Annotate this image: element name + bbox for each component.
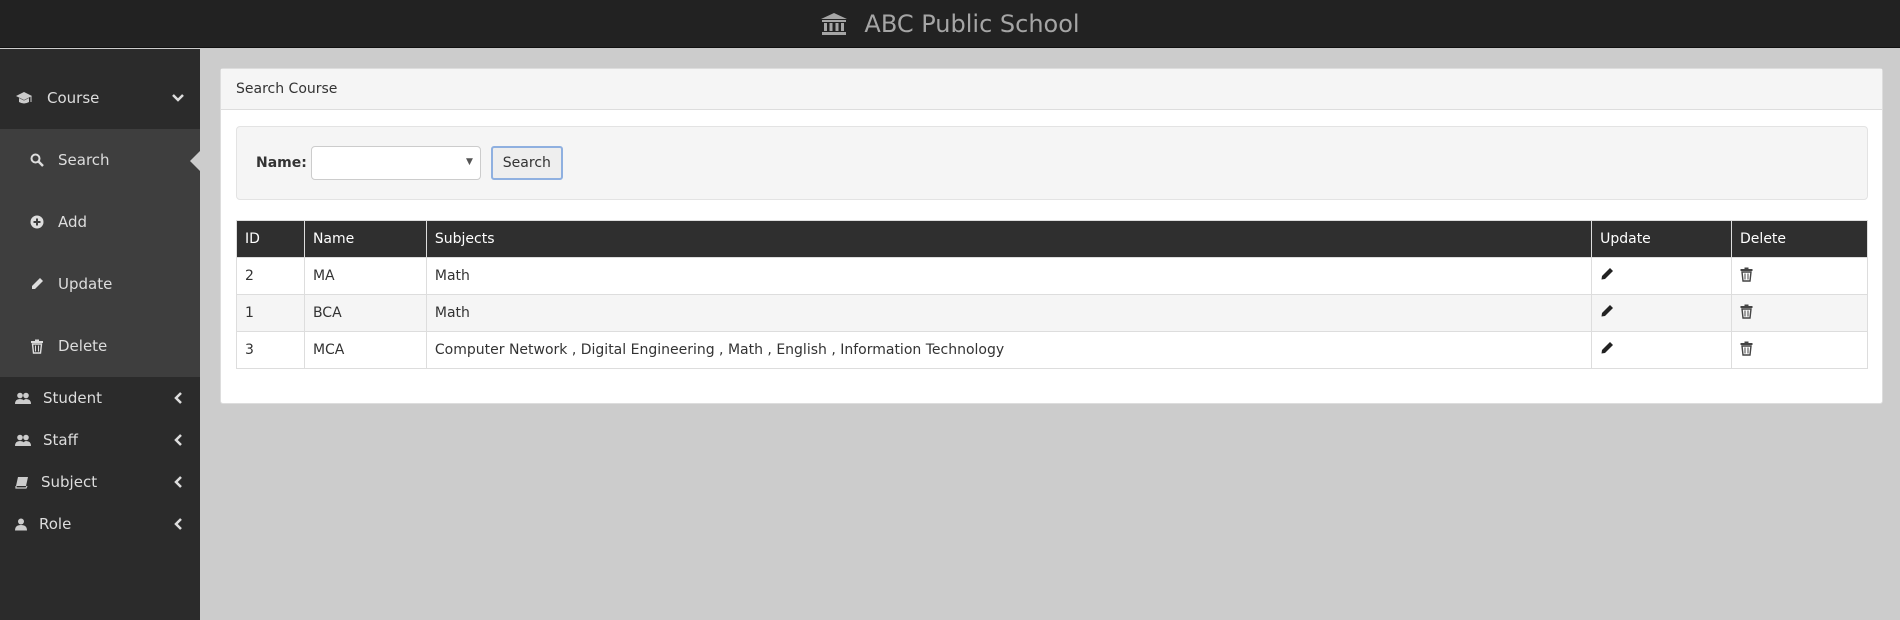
- column-header-subjects[interactable]: Subjects: [425, 220, 1593, 258]
- update-cell[interactable]: [1591, 257, 1733, 295]
- trash-icon: [31, 339, 43, 354]
- delete-cell[interactable]: [1731, 331, 1868, 369]
- chevron-left-icon: [156, 475, 200, 489]
- sidebar-subitem-label: Delete: [58, 337, 108, 355]
- cell-id: 3: [236, 331, 305, 369]
- chevron-down-icon: [156, 93, 200, 103]
- sidebar-subitem-add[interactable]: Add: [0, 191, 200, 253]
- search-course-panel: Search Course Name: ▼ Search ID Name Sub…: [220, 68, 1883, 404]
- delete-cell[interactable]: [1731, 294, 1868, 332]
- trash-icon[interactable]: [1740, 304, 1753, 319]
- cell-id: 1: [236, 294, 305, 332]
- sidebar-item-subject[interactable]: Subject: [0, 461, 200, 503]
- cell-name: BCA: [303, 294, 427, 332]
- column-header-delete[interactable]: Delete: [1731, 220, 1868, 258]
- bank-icon: [821, 13, 848, 35]
- chevron-left-icon: [156, 517, 200, 531]
- sidebar-subitem-label: Search: [58, 151, 110, 169]
- top-header: ABC Public School: [0, 0, 1900, 48]
- sidebar-item-student[interactable]: Student: [0, 377, 200, 419]
- sidebar-item-label: Course: [47, 89, 100, 107]
- sidebar-subitem-delete[interactable]: Delete: [0, 315, 200, 377]
- update-cell[interactable]: [1591, 331, 1733, 369]
- search-form: Name: ▼ Search: [236, 126, 1868, 200]
- trash-icon[interactable]: [1740, 341, 1753, 356]
- chevron-left-icon: [156, 391, 200, 405]
- users-icon: [15, 392, 31, 404]
- panel-heading: Search Course: [221, 69, 1882, 110]
- sidebar-item-role[interactable]: Role: [0, 503, 200, 545]
- sidebar-item-label: Student: [43, 389, 103, 407]
- table-row: 2 MA Math: [236, 257, 1868, 295]
- delete-cell[interactable]: [1731, 257, 1868, 295]
- table-header-row: ID Name Subjects Update Delete: [236, 220, 1868, 258]
- sidebar-item-label: Subject: [41, 473, 98, 491]
- sidebar-item-label: Role: [39, 515, 72, 533]
- graduation-cap-icon: [16, 92, 32, 104]
- book-icon: [15, 476, 28, 489]
- sidebar-subitem-label: Update: [58, 275, 113, 293]
- caret-down-icon: ▼: [465, 157, 473, 167]
- table-row: 1 BCA Math: [236, 294, 1868, 332]
- active-indicator: [190, 151, 200, 171]
- cell-id: 2: [236, 257, 305, 295]
- pencil-icon[interactable]: [1600, 267, 1614, 281]
- cell-name: MA: [303, 257, 427, 295]
- user-icon: [15, 518, 27, 530]
- cell-subjects: Math: [425, 257, 1593, 295]
- cell-subjects: Math: [425, 294, 1593, 332]
- app-title: ABC Public School: [864, 10, 1080, 38]
- column-header-update[interactable]: Update: [1591, 220, 1733, 258]
- search-icon: [30, 153, 44, 167]
- trash-icon[interactable]: [1740, 267, 1753, 282]
- cell-name: MCA: [303, 331, 427, 369]
- sidebar-item-staff[interactable]: Staff: [0, 419, 200, 461]
- pencil-icon: [32, 278, 43, 289]
- sidebar-subitem-search[interactable]: Search: [0, 129, 200, 191]
- sidebar-subitem-label: Add: [58, 213, 88, 231]
- column-header-id[interactable]: ID: [236, 220, 305, 258]
- column-header-name[interactable]: Name: [303, 220, 427, 258]
- course-table: ID Name Subjects Update Delete 2 MA Math: [236, 220, 1868, 369]
- name-select[interactable]: ▼: [310, 146, 481, 180]
- sidebar: Course Search Add Update Delete Student …: [0, 49, 200, 620]
- table-row: 3 MCA Computer Network , Digital Enginee…: [236, 331, 1868, 369]
- name-label: Name:: [256, 155, 307, 171]
- search-button[interactable]: Search: [490, 146, 563, 180]
- pencil-icon[interactable]: [1600, 304, 1614, 318]
- sidebar-item-course[interactable]: Course: [0, 67, 200, 129]
- sidebar-item-label: Staff: [43, 431, 78, 449]
- panel-title: Search Course: [236, 81, 338, 97]
- cell-subjects: Computer Network , Digital Engineering ,…: [425, 331, 1593, 369]
- plus-circle-icon: [30, 215, 44, 229]
- chevron-left-icon: [156, 433, 200, 447]
- update-cell[interactable]: [1591, 294, 1733, 332]
- course-submenu: Search Add Update Delete: [0, 129, 200, 377]
- brand[interactable]: ABC Public School: [0, 0, 1900, 48]
- sidebar-subitem-update[interactable]: Update: [0, 253, 200, 315]
- pencil-icon[interactable]: [1600, 341, 1614, 355]
- users-icon: [15, 434, 31, 446]
